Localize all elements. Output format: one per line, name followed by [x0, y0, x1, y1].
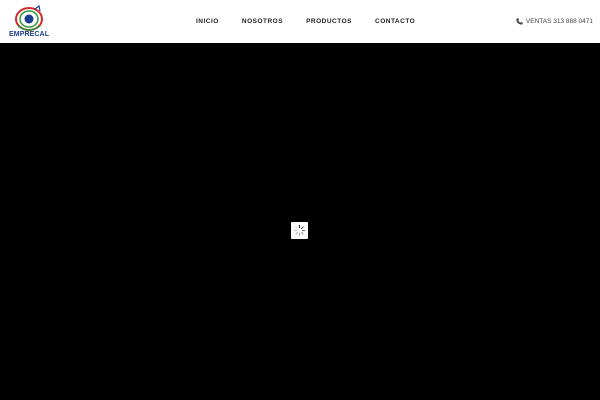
spinner-icon — [293, 224, 306, 237]
contact-text: VENTAS 313 888 0471 — [525, 18, 593, 25]
nav-item-nosotros[interactable]: NOSOTROS — [242, 18, 283, 25]
site-header: EMPRECAL INICIO NOSOTROS PRODUCTOS CONTA… — [0, 0, 600, 43]
globe-logo-icon — [15, 4, 43, 31]
nav-item-productos[interactable]: PRODUCTOS — [306, 18, 352, 25]
logo-text: EMPRECAL — [9, 31, 50, 38]
nav-item-contacto[interactable]: CONTACTO — [375, 18, 415, 25]
nav-item-inicio[interactable]: INICIO — [196, 18, 219, 25]
main-nav: INICIO NOSOTROS PRODUCTOS CONTACTO — [196, 0, 438, 43]
logo[interactable]: EMPRECAL — [9, 4, 49, 40]
loading-indicator — [291, 222, 308, 239]
contact-phone[interactable]: VENTAS 313 888 0471 — [516, 0, 593, 43]
phone-icon — [516, 18, 523, 25]
